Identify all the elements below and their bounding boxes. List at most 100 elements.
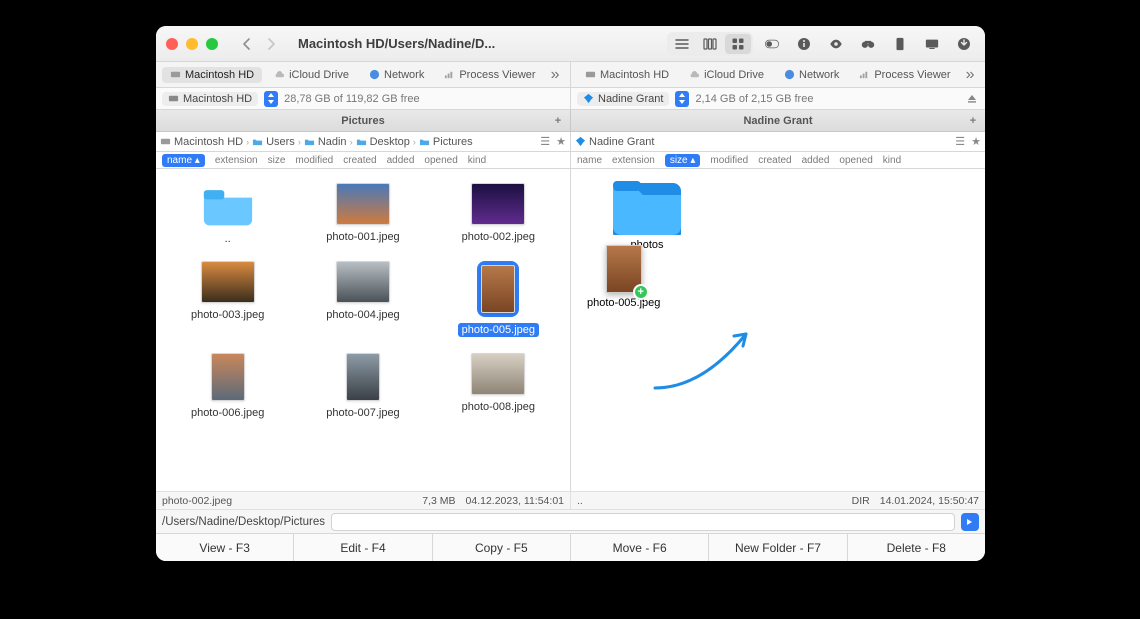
file-item[interactable]: photo-007.jpeg (297, 349, 428, 423)
download-icon[interactable] (951, 33, 977, 55)
tab-r-icloud[interactable]: iCloud Drive (681, 67, 772, 83)
footer-new-button[interactable]: New Folder - F7 (709, 534, 847, 561)
item-label: photo-003.jpeg (191, 309, 264, 321)
crumb[interactable]: Users (252, 136, 295, 148)
titlebar: Macintosh HD/Users/Nadine/D... (156, 26, 985, 62)
status-date: 04.12.2023, 11:54:01 (466, 495, 564, 507)
column-extension[interactable]: extension (612, 155, 655, 166)
column-added[interactable]: added (802, 155, 830, 166)
view-grid-icon[interactable] (725, 34, 751, 54)
status-date: 14.01.2024, 15:50:47 (880, 495, 979, 507)
column-created[interactable]: created (758, 155, 791, 166)
column-size[interactable]: size ▴ (665, 154, 701, 167)
info-icon[interactable] (791, 33, 817, 55)
volume-selector-right[interactable]: Nadine Grant (577, 92, 669, 106)
close-window[interactable] (166, 38, 178, 50)
view-list-icon[interactable] (669, 34, 695, 54)
column-name[interactable]: name (577, 155, 602, 166)
favorite-icon[interactable]: ★ (971, 135, 981, 148)
add-tab-left[interactable]: + (550, 113, 566, 129)
app-window: Macintosh HD/Users/Nadine/D... Macintosh… (156, 26, 985, 561)
tabs-overflow-icon[interactable]: » (548, 66, 563, 84)
file-item[interactable]: photo-004.jpeg (297, 257, 428, 341)
item-label: .. (225, 233, 231, 245)
pane-header-right: Nadine Grant + (570, 110, 985, 132)
path-bar: /Users/Nadine/Desktop/Pictures (156, 509, 985, 533)
footer-view-button[interactable]: View - F3 (156, 534, 294, 561)
desktop-icon[interactable] (919, 33, 945, 55)
crumb[interactable]: Nadin (304, 136, 347, 148)
drag-ghost: + photo-005.jpeg (587, 245, 660, 309)
add-tab-right[interactable]: + (965, 113, 981, 129)
list-item[interactable]: photos (611, 177, 683, 251)
footer-copy-button[interactable]: Copy - F5 (433, 534, 571, 561)
column-modified[interactable]: modified (710, 155, 748, 166)
column-size[interactable]: size (268, 155, 286, 166)
column-modified[interactable]: modified (295, 155, 333, 166)
minimize-window[interactable] (186, 38, 198, 50)
tabs-overflow-icon[interactable]: » (963, 66, 978, 84)
history-icon[interactable]: ☰ (955, 135, 965, 148)
footer-edit-button[interactable]: Edit - F4 (294, 534, 432, 561)
status-row: photo-002.jpeg 7,3 MB 04.12.2023, 11:54:… (156, 491, 985, 509)
folder-icon (611, 177, 683, 235)
pane-right[interactable]: photos + photo-005.jpeg (570, 169, 985, 491)
tabs-right: Macintosh HD iCloud Drive Network Proces… (570, 62, 985, 87)
tab-icloud[interactable]: iCloud Drive (266, 67, 357, 83)
column-opened[interactable]: opened (839, 155, 872, 166)
view-columns-icon[interactable] (697, 34, 723, 54)
footer-delete-button[interactable]: Delete - F8 (848, 534, 985, 561)
nav-forward[interactable] (260, 33, 282, 55)
volume-row: Macintosh HD 28,78 GB of 119,82 GB free … (156, 88, 985, 110)
binoculars-icon[interactable] (855, 33, 881, 55)
tab-network[interactable]: Network (361, 67, 432, 83)
crumb[interactable]: Pictures (419, 136, 473, 148)
path-go-button[interactable] (961, 513, 979, 531)
quicklook-icon[interactable] (823, 33, 849, 55)
file-item[interactable]: photo-006.jpeg (162, 349, 293, 423)
zoom-window[interactable] (206, 38, 218, 50)
favorite-icon[interactable]: ★ (556, 135, 566, 148)
window-title: Macintosh HD/Users/Nadine/D... (298, 36, 495, 51)
file-item[interactable]: photo-008.jpeg (433, 349, 564, 423)
parent-folder[interactable]: .. (162, 179, 293, 249)
file-item[interactable]: photo-001.jpeg (297, 179, 428, 249)
file-item[interactable]: photo-005.jpeg (433, 257, 564, 341)
tab-r-process-viewer[interactable]: Process Viewer (851, 67, 958, 83)
crumb[interactable]: Macintosh HD (160, 136, 243, 148)
column-kind[interactable]: kind (468, 155, 486, 166)
nav-back[interactable] (236, 33, 258, 55)
tab-process-viewer[interactable]: Process Viewer (436, 67, 543, 83)
status-filename: .. (577, 495, 583, 507)
tab-macintosh-hd[interactable]: Macintosh HD (162, 67, 262, 83)
footer-move-button[interactable]: Move - F6 (571, 534, 709, 561)
tab-r-macintosh-hd[interactable]: Macintosh HD (577, 67, 677, 83)
airdrop-icon[interactable] (887, 33, 913, 55)
column-kind[interactable]: kind (883, 155, 901, 166)
file-item[interactable]: photo-002.jpeg (433, 179, 564, 249)
column-extension[interactable]: extension (215, 155, 258, 166)
column-created[interactable]: created (343, 155, 376, 166)
item-label: photo-002.jpeg (462, 231, 535, 243)
item-label: photo-007.jpeg (326, 407, 399, 419)
history-icon[interactable]: ☰ (540, 135, 550, 148)
volume-stepper-icon[interactable] (264, 91, 278, 107)
column-opened[interactable]: opened (424, 155, 457, 166)
toggle-switch-icon[interactable] (759, 33, 785, 55)
window-controls (164, 38, 224, 50)
column-name[interactable]: name ▴ (162, 154, 205, 167)
path-input[interactable] (331, 513, 955, 531)
crumb[interactable]: Desktop (356, 136, 410, 148)
status-filename: photo-002.jpeg (162, 495, 232, 507)
volume-selector-left[interactable]: Macintosh HD (162, 92, 258, 106)
crumb[interactable]: Nadine Grant (575, 136, 654, 148)
free-space-right: 2,14 GB of 2,15 GB free (695, 93, 813, 105)
copy-badge-icon: + (633, 284, 649, 300)
file-item[interactable]: photo-003.jpeg (162, 257, 293, 341)
column-added[interactable]: added (387, 155, 415, 166)
volume-stepper-icon[interactable] (675, 91, 689, 107)
pane-left[interactable]: .. photo-001.jpeg photo-002.jpeg photo-003.… (156, 169, 570, 491)
tab-r-network[interactable]: Network (776, 67, 847, 83)
eject-icon[interactable] (965, 91, 979, 107)
tabs-row: Macintosh HD iCloud Drive Network Proces… (156, 62, 985, 88)
